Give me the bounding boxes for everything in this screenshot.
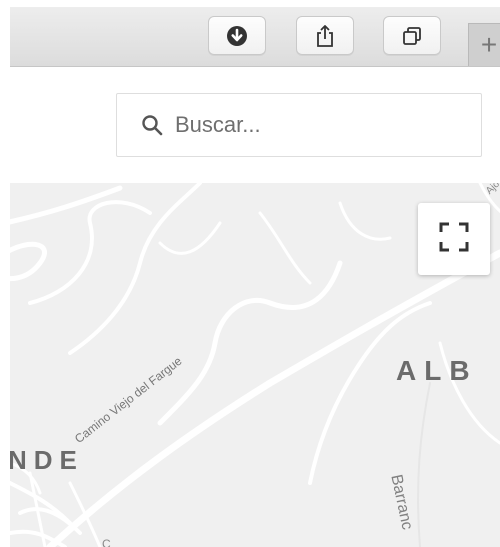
browser-toolbar: + <box>10 7 500 67</box>
fullscreen-button[interactable] <box>418 203 490 275</box>
download-button[interactable] <box>208 16 266 55</box>
download-icon <box>226 25 248 47</box>
map[interactable]: Ajo ALB NDE Camino Viejo del Fargue Barr… <box>10 183 500 547</box>
tabs-button[interactable] <box>383 16 441 55</box>
new-tab-button[interactable]: + <box>468 23 500 66</box>
map-label-bottom: C <box>102 537 111 547</box>
map-label-district-right: ALB <box>396 355 478 386</box>
search-input[interactable] <box>175 112 455 138</box>
search-icon <box>141 114 163 136</box>
plus-icon: + <box>480 29 498 60</box>
page-header <box>10 67 500 183</box>
fullscreen-icon <box>439 222 469 257</box>
search-box[interactable] <box>116 93 482 157</box>
share-button[interactable] <box>296 16 354 55</box>
share-icon <box>314 24 336 48</box>
map-label-district-left: NDE <box>10 445 84 475</box>
tabs-icon <box>401 25 423 47</box>
